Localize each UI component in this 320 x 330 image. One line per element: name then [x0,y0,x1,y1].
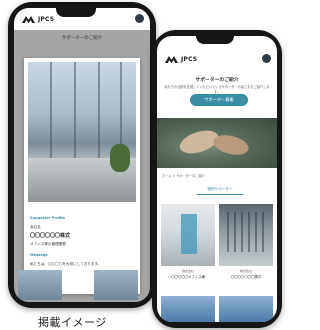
thumbnail-left [18,270,62,300]
supporter-photo[interactable] [219,296,273,322]
logo-icon [22,15,35,23]
logo-icon [165,55,178,63]
brand-name: JPCS [181,55,198,63]
phone-mockup-right: JPCS サポーターのご紹介 私たちの活動を支援していただいているサポーターの皆… [152,30,282,328]
phone-notch [56,8,96,17]
phone-screen-right: JPCS サポーターのご紹介 私たちの活動を支援していただいているサポーターの皆… [157,36,277,322]
supporter-photo [219,204,273,266]
breadcrumb[interactable]: ホーム > サポーターのご紹介 [162,173,205,178]
brand-name: JPCS [38,15,55,23]
company-label: 会社名 [30,225,41,229]
office-photo [28,62,136,202]
phone-notch [196,36,234,44]
message-label: Message [30,253,48,257]
image-caption: 掲載イメージ [38,316,107,329]
supporter-card[interactable]: 株式会社 〇〇〇〇〇オフィス様 [161,204,215,279]
message-text: 私たちは、〇〇〇〇を大切にしております。 [30,262,102,266]
supporter-photo[interactable] [161,296,215,322]
thumbnail-right [94,270,138,300]
card-name: 〇〇〇〇〇オフィス様 [171,275,205,279]
hero-image [157,118,277,168]
department-text: オフィス等の管理業務 [30,242,66,246]
card-caption: 株式会社 [239,269,252,273]
phone-screen-left: JPCS サポーターのご紹介 Supporter Profile 会社名 〇〇〇… [14,8,150,302]
site-header: JPCS [157,48,277,70]
page-title: サポーターのご紹介 [195,78,239,83]
supporter-photo [161,204,215,266]
card-name: 〇〇〇〇〇〇〇株式 [230,275,262,279]
company-name: 〇〇〇〇〇〇株式 [30,233,71,239]
menu-button[interactable] [262,54,271,63]
supporter-detail-modal: Supporter Profile 会社名 〇〇〇〇〇〇株式 オフィス等の管理業… [24,58,140,294]
menu-button[interactable] [135,14,144,23]
phone-mockup-left: JPCS サポーターのご紹介 Supporter Profile 会社名 〇〇〇… [8,2,156,308]
supporter-recruit-button[interactable]: サポーター募集 [190,94,248,106]
profile-label: Supporter Profile [30,216,65,220]
tab-individual-supporters[interactable]: 個別サポーター [197,185,243,195]
supporter-card[interactable]: 株式会社 〇〇〇〇〇〇〇株式 [219,204,273,279]
page-subtitle: 私たちの活動を支援していただいているサポーターの皆さまをご紹介します。 [164,85,270,94]
card-caption: 株式会社 [181,269,194,273]
